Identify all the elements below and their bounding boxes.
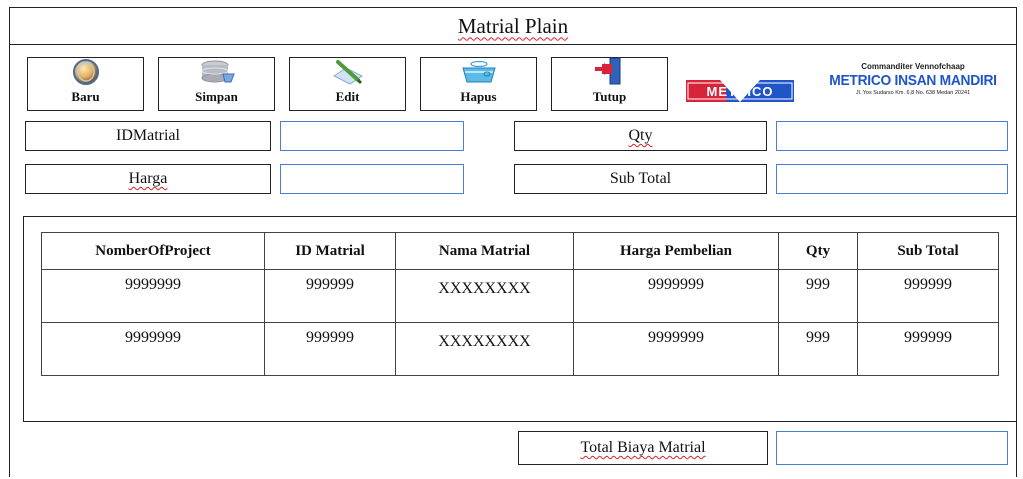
table-cell: XXXXXXXX xyxy=(395,322,574,376)
table-cell: 999999 xyxy=(264,322,396,376)
total-biaya-input[interactable] xyxy=(776,431,1008,465)
title-bar: Matrial Plain xyxy=(9,7,1017,45)
sub-total-input[interactable] xyxy=(776,164,1008,194)
delete-button[interactable]: Hapus xyxy=(420,57,537,111)
table-cell: 9999999 xyxy=(41,269,265,323)
table-cell: 999999 xyxy=(857,269,999,323)
sub-total-label: Sub Total xyxy=(514,164,767,194)
metrico-logo: METRICO xyxy=(686,78,794,104)
sub-total-label-text: Sub Total xyxy=(609,170,672,187)
table-row[interactable]: 9999999 999999 XXXXXXXX 9999999 999 9999… xyxy=(41,269,999,323)
data-grid[interactable]: NomberOfProject ID Matrial Nama Matrial … xyxy=(41,232,999,376)
id-matrial-label: IDMatrial xyxy=(25,121,271,151)
company-header: Commanditer Vennofchaap METRICO INSAN MA… xyxy=(808,62,1018,96)
window-title: Matrial Plain xyxy=(457,13,569,38)
exit-button[interactable]: Tutup xyxy=(551,57,668,111)
col-header-qty[interactable]: Qty xyxy=(778,232,858,270)
table-cell: 999 xyxy=(778,269,858,323)
total-biaya-label: Total Biaya Matrial xyxy=(518,431,768,465)
table-cell: 999 xyxy=(778,322,858,376)
save-button[interactable]: Simpan xyxy=(158,57,275,111)
table-cell: 9999999 xyxy=(41,322,265,376)
company-name: METRICO INSAN MANDIRI xyxy=(829,72,997,89)
qty-label: Qty xyxy=(514,121,767,151)
col-header-harga-pembelian[interactable]: Harga Pembelian xyxy=(573,232,779,270)
table-cell: 9999999 xyxy=(573,322,779,376)
delete-button-label: Hapus xyxy=(460,89,497,104)
harga-label-text: Harga xyxy=(128,170,168,187)
col-header-nama-matrial[interactable]: Nama Matrial xyxy=(395,232,574,270)
edit-icon xyxy=(328,58,368,86)
table-cell: 999999 xyxy=(264,269,396,323)
qty-input[interactable] xyxy=(776,121,1008,151)
edit-button[interactable]: Edit xyxy=(289,57,406,111)
save-button-label: Simpan xyxy=(195,89,238,104)
col-header-sub-total[interactable]: Sub Total xyxy=(857,232,999,270)
id-matrial-input[interactable] xyxy=(280,121,464,151)
table-cell: 999999 xyxy=(857,322,999,376)
delete-icon xyxy=(457,58,501,86)
company-address: Jl. Yos Sudarso Km. 6,8 No. 638 Medan 20… xyxy=(855,90,971,96)
edit-button-label: Edit xyxy=(335,89,360,104)
save-icon xyxy=(197,58,237,86)
new-button-label: Baru xyxy=(71,89,100,104)
new-icon xyxy=(70,58,102,86)
table-cell: XXXXXXXX xyxy=(395,269,574,323)
id-matrial-label-text: IDMatrial xyxy=(116,127,180,144)
col-header-id-matrial[interactable]: ID Matrial xyxy=(264,232,396,270)
exit-icon xyxy=(590,56,630,86)
harga-input[interactable] xyxy=(280,164,464,194)
logo-text: METRICO xyxy=(707,84,774,99)
header-row: NomberOfProject ID Matrial Nama Matrial … xyxy=(41,232,999,270)
table-row[interactable]: 9999999 999999 XXXXXXXX 9999999 999 9999… xyxy=(41,322,999,376)
new-button[interactable]: Baru xyxy=(27,57,144,111)
exit-button-label: Tutup xyxy=(592,89,627,104)
col-header-nomber-of-project[interactable]: NomberOfProject xyxy=(41,232,265,270)
qty-label-text: Qty xyxy=(628,127,653,144)
total-biaya-label-text: Total Biaya Matrial xyxy=(580,439,706,456)
company-tagline: Commanditer Vennofchaap xyxy=(861,62,965,71)
harga-label: Harga xyxy=(25,164,271,194)
table-cell: 9999999 xyxy=(573,269,779,323)
